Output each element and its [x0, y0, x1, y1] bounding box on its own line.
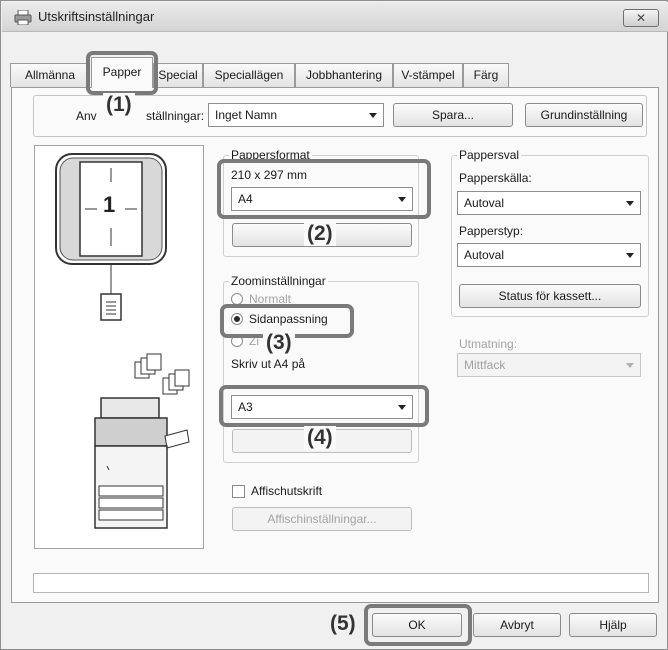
- user-settings-label-end: ställningar:: [146, 109, 205, 123]
- output-label: Utmatning:: [459, 337, 518, 351]
- callout-5-label: (5): [330, 612, 356, 635]
- preview-page-number: 1: [103, 192, 116, 217]
- tray-status-button[interactable]: Status för kassett...: [459, 284, 641, 308]
- tab-v-stampel[interactable]: V-stämpel: [393, 63, 463, 87]
- paper-source-value: Autoval: [464, 196, 505, 210]
- defaults-button[interactable]: Grundinställning: [525, 103, 643, 127]
- title-bar: Utskriftsinställningar ✕: [2, 2, 668, 32]
- tab-speciallagen[interactable]: Speciallägen: [203, 63, 295, 87]
- chevron-down-icon: [626, 201, 634, 206]
- callout-2-label: (2): [304, 222, 336, 246]
- paper-type-select[interactable]: Autoval: [457, 243, 641, 267]
- paper-source-label: Papperskälla:: [459, 171, 532, 185]
- chevron-down-icon: [626, 363, 634, 368]
- tab-label: Speciallägen: [214, 68, 284, 82]
- window-title: Utskriftsinställningar: [38, 9, 155, 24]
- close-button[interactable]: ✕: [623, 9, 659, 27]
- callout-4-frame: [219, 385, 429, 427]
- copies-icon: [134, 353, 190, 395]
- print-on-label: Skriv ut A4 på: [231, 357, 306, 371]
- output-select[interactable]: Mittfack: [457, 353, 641, 377]
- preview-pane: 1: [34, 145, 204, 549]
- chevron-down-icon: [626, 253, 634, 258]
- tab-special[interactable]: Special: [153, 63, 203, 87]
- callout-1-frame: [86, 51, 158, 95]
- tab-farg[interactable]: Färg: [463, 63, 509, 87]
- tab-label: Special: [158, 68, 198, 82]
- output-value: Mittfack: [464, 358, 506, 372]
- user-settings-label-start: Anv: [76, 109, 97, 123]
- chevron-down-icon: [369, 113, 377, 118]
- poster-checkbox-label: Affischutskrift: [251, 484, 323, 498]
- poster-settings-button[interactable]: Affischinställningar...: [232, 507, 412, 531]
- tab-label: Jobbhantering: [305, 68, 383, 82]
- print-settings-dialog: Utskriftsinställningar ✕ Allmänna Papper…: [0, 0, 668, 650]
- close-icon: ✕: [635, 11, 647, 25]
- help-button[interactable]: Hjälp: [569, 613, 657, 637]
- zoom-settings-group-label: Zoominställningar: [229, 274, 328, 288]
- tab-label: V-stämpel: [401, 68, 455, 82]
- cancel-button[interactable]: Avbryt: [473, 613, 561, 637]
- paper-type-value: Autoval: [464, 248, 505, 262]
- user-settings-value: Inget Namn: [215, 108, 278, 122]
- tab-jobbhantering[interactable]: Jobbhantering: [295, 63, 393, 87]
- tab-label: Allmänna: [24, 68, 76, 82]
- printer-icon: [14, 10, 32, 25]
- save-button[interactable]: Spara...: [393, 103, 513, 127]
- status-strip: [33, 573, 649, 593]
- tab-allmanna[interactable]: Allmänna: [10, 63, 90, 87]
- callout-3-label: (3): [263, 331, 295, 355]
- callout-5-frame: [364, 604, 472, 646]
- poster-checkbox[interactable]: [232, 485, 245, 498]
- callout-1-label: (1): [103, 93, 135, 117]
- printer-machine-icon: [94, 397, 190, 529]
- paper-source-select[interactable]: Autoval: [457, 191, 641, 215]
- user-settings-select[interactable]: Inget Namn: [208, 103, 384, 127]
- callout-4-label: (4): [304, 426, 336, 450]
- tab-label: Färg: [473, 68, 499, 82]
- callout-2-frame: [217, 159, 431, 219]
- paper-selection-group-label: Pappersval: [457, 148, 522, 162]
- preview-illustration: [55, 153, 190, 529]
- paper-type-label: Papperstyp:: [459, 224, 524, 238]
